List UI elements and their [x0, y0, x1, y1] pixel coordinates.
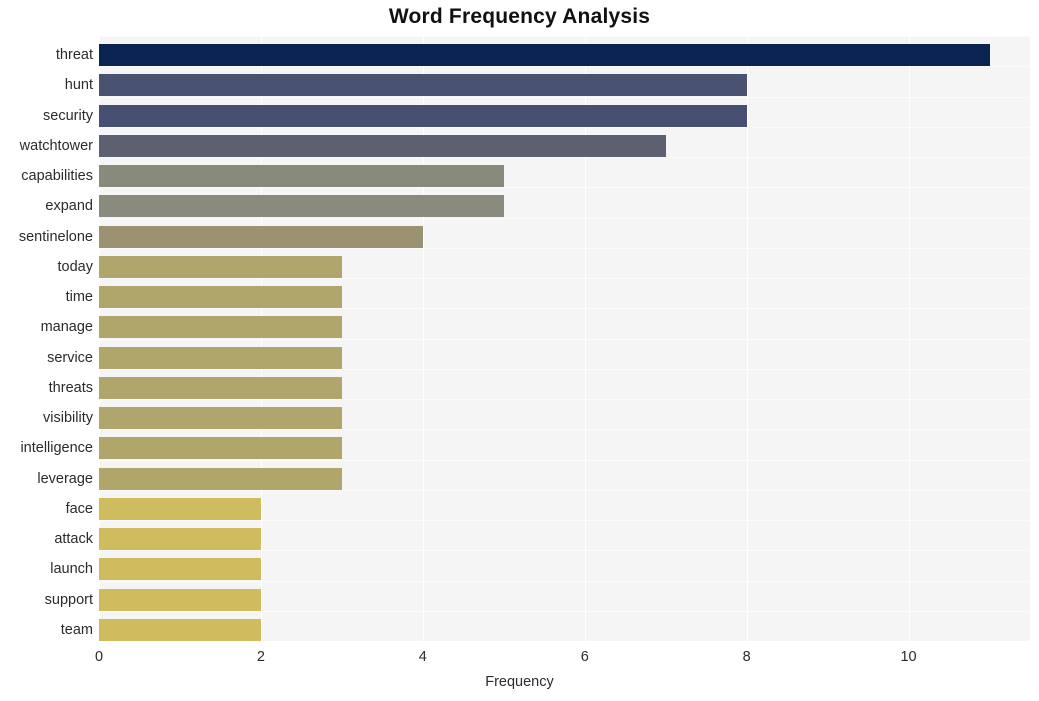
horizontal-gridline: [99, 338, 1030, 340]
horizontal-gridline: [99, 36, 1030, 37]
bar: [99, 165, 504, 188]
y-axis-tick-label: attack: [54, 531, 93, 548]
horizontal-gridline: [99, 66, 1030, 68]
y-axis-tick-label: team: [60, 621, 93, 638]
x-axis-tick-label: 0: [94, 649, 104, 665]
horizontal-gridline: [99, 217, 1030, 219]
bar: [99, 437, 342, 460]
horizontal-gridline: [99, 157, 1030, 158]
x-axis-tick-label: 8: [742, 649, 751, 665]
chart-figure: Word Frequency Analysis threat hunt securi…: [0, 0, 1039, 701]
chart-title: Word Frequency Analysis: [388, 5, 651, 28]
x-axis-tick-labels: 0 2 4 6 8 10: [0, 641, 1039, 671]
bar: [99, 618, 261, 641]
bar: [99, 286, 342, 309]
x-axis-tick-label: 2: [256, 649, 265, 665]
horizontal-gridline: [99, 368, 1030, 370]
bar: [99, 104, 747, 127]
x-axis-tick-label: 6: [580, 649, 589, 665]
vertical-gridline: [260, 36, 262, 641]
horizontal-gridline: [99, 580, 1030, 582]
vertical-gridline: [746, 36, 748, 641]
horizontal-gridline: [99, 126, 1030, 128]
y-axis-tick-label: visibility: [43, 410, 93, 427]
bar: [99, 346, 342, 369]
horizontal-gridline: [99, 308, 1030, 310]
y-axis-tick-label: watchtower: [19, 137, 93, 154]
y-axis-tick-label: launch: [50, 561, 93, 578]
horizontal-gridline: [99, 520, 1030, 521]
y-axis-tick-label: expand: [45, 198, 93, 215]
vertical-gridline: [584, 36, 586, 641]
y-axis-tick-label: support: [44, 591, 93, 608]
bar: [99, 225, 423, 248]
bar: [99, 588, 261, 611]
horizontal-gridline: [99, 278, 1030, 279]
bar: [99, 528, 261, 551]
y-axis-tick-label: hunt: [64, 77, 93, 94]
y-axis-tick-label: intelligence: [20, 440, 93, 457]
y-axis-tick-label: capabilities: [21, 168, 93, 185]
x-axis-tick-label: 10: [900, 649, 917, 665]
bar: [99, 497, 261, 520]
y-axis-tick-label: threat: [55, 47, 93, 64]
bar: [99, 376, 342, 399]
horizontal-gridline: [99, 550, 1030, 552]
bar: [99, 44, 990, 67]
horizontal-gridline: [99, 610, 1030, 612]
y-axis-tick-label: face: [65, 500, 93, 517]
bar: [99, 195, 504, 218]
y-axis-tick-label: service: [47, 349, 93, 366]
y-axis-tick-label: threats: [48, 379, 93, 396]
vertical-gridline: [908, 36, 910, 641]
horizontal-gridline: [99, 459, 1030, 461]
horizontal-gridline: [99, 429, 1030, 431]
horizontal-gridline: [99, 247, 1030, 249]
bar: [99, 558, 261, 581]
x-axis-title: Frequency: [485, 674, 554, 690]
bar: [99, 74, 747, 97]
vertical-gridline: [99, 36, 100, 641]
y-axis-tick-label: manage: [40, 319, 93, 336]
horizontal-gridline: [99, 96, 1030, 98]
horizontal-gridline: [99, 187, 1030, 189]
y-axis-tick-label: today: [57, 258, 93, 275]
bar: [99, 407, 342, 430]
plot-area: [99, 36, 1030, 641]
bar: [99, 255, 342, 278]
y-axis-tick-label: time: [65, 289, 93, 306]
y-axis-labels: threat hunt security watchtower capabilities…: [0, 36, 93, 641]
y-axis-tick-label: leverage: [37, 470, 93, 487]
horizontal-gridline: [99, 489, 1030, 491]
y-axis-tick-label: sentinelone: [18, 228, 93, 245]
horizontal-gridline: [99, 399, 1030, 400]
bar: [99, 316, 342, 339]
vertical-gridline: [422, 36, 424, 641]
y-axis-tick-label: security: [43, 107, 93, 124]
bar: [99, 134, 666, 157]
bar: [99, 467, 342, 490]
x-axis-tick-label: 4: [418, 649, 427, 665]
